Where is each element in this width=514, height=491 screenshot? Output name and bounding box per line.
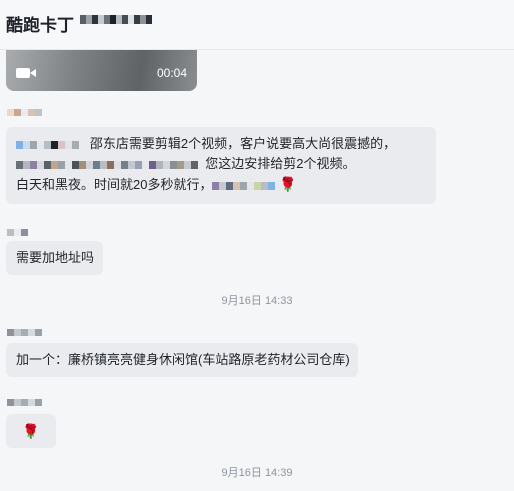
redacted-mention-mosaic <box>16 134 79 154</box>
redacted-mention-mosaic <box>16 154 198 174</box>
sender-name-mosaic <box>7 224 28 242</box>
redacted-title-mosaic <box>80 11 152 29</box>
message-bubble[interactable]: 🌹 <box>6 414 56 448</box>
message-text: 加一个：廉桥镇亮亮健身休闲馆(车站路原老药材公司仓库) <box>16 352 350 367</box>
chat-title: 酷跑卡丁 <box>6 16 74 35</box>
chat-header: 酷跑卡丁 <box>0 0 514 50</box>
rose-emoji: 🌹 <box>279 176 297 192</box>
sender-name-mosaic <box>7 394 42 412</box>
message-line: 白天和黑夜。时间就20多秒就行， 🌹 <box>16 174 426 195</box>
redacted-mention-mosaic <box>212 175 276 195</box>
message-line: 邵东店需要剪辑2个视频，客户说要高大尚很震撼的， <box>16 134 426 154</box>
message-line: 您这边安排给剪2个视频。 <box>16 154 426 174</box>
message-text: 需要加地址吗 <box>16 250 95 265</box>
message-bubble[interactable]: 加一个：廉桥镇亮亮健身休闲馆(车站路原老药材公司仓库) <box>6 343 358 377</box>
timestamp: 9月16日 14:39 <box>221 467 293 479</box>
timestamp: 9月16日 14:33 <box>221 295 293 307</box>
video-camera-icon <box>16 68 36 78</box>
sender-name-mosaic <box>7 324 42 342</box>
message-bubble[interactable]: 邵东店需要剪辑2个视频，客户说要高大尚很震撼的， 您这边安排给剪2个视频。 白天… <box>6 127 436 204</box>
video-duration: 00:04 <box>156 66 187 80</box>
sender-name-mosaic <box>7 104 42 122</box>
video-message[interactable]: 00:04 <box>6 50 197 91</box>
message-bubble[interactable]: 需要加地址吗 <box>6 241 103 275</box>
rose-emoji: 🌹 <box>22 423 40 439</box>
